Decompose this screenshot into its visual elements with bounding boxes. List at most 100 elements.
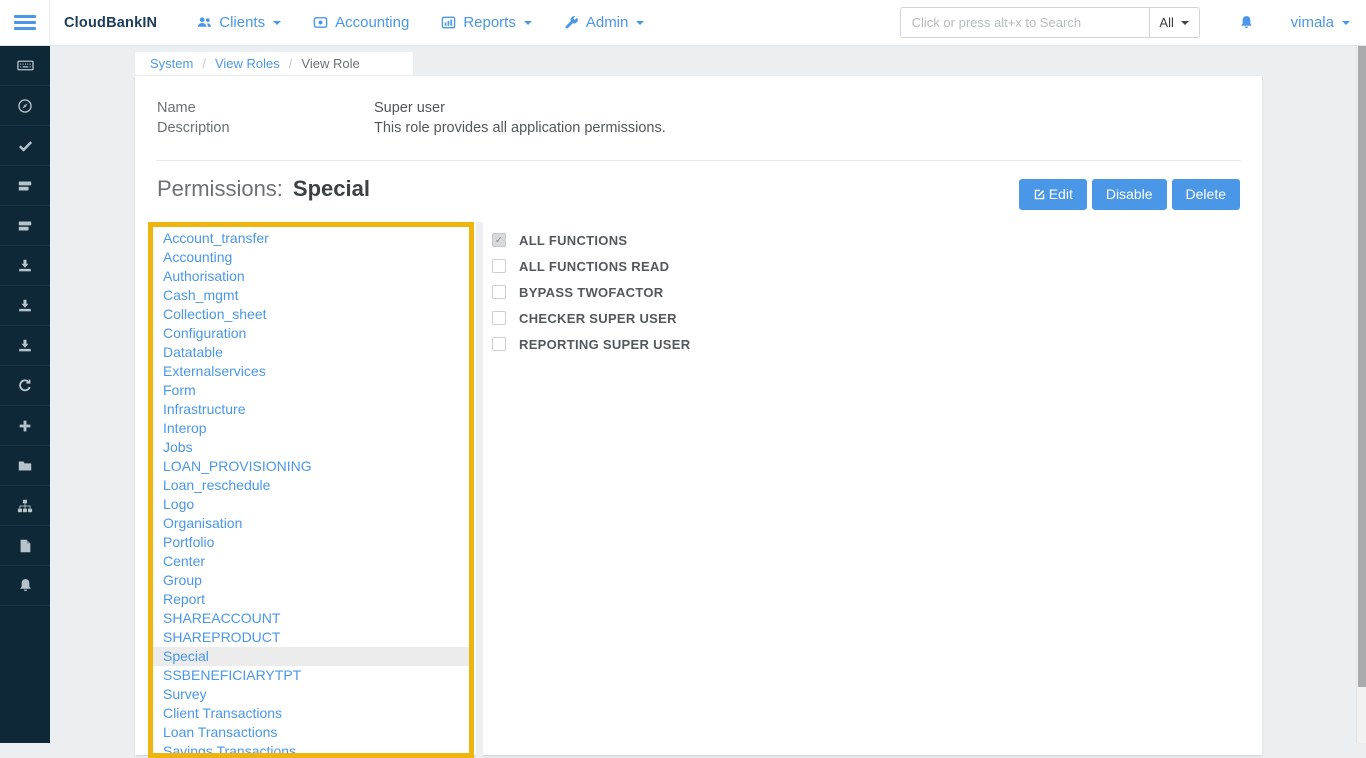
menu-admin[interactable]: Admin <box>564 14 645 31</box>
permission-category-client-transactions[interactable]: Client Transactions <box>153 704 469 723</box>
function-label: CHECKER SUPER USER <box>519 311 677 326</box>
permissions-header: Permissions: Special Edit Disable Delete <box>157 176 1240 210</box>
user-menu[interactable]: vimala <box>1291 14 1350 31</box>
search-filter-dropdown[interactable]: All <box>1150 7 1200 38</box>
permission-category-jobs[interactable]: Jobs <box>153 438 469 457</box>
list-icon <box>17 218 33 234</box>
folder-icon <box>17 458 33 474</box>
permission-category-form[interactable]: Form <box>153 381 469 400</box>
divider <box>156 160 1241 161</box>
file-icon <box>17 538 33 554</box>
permission-category-loan-transactions[interactable]: Loan Transactions <box>153 723 469 742</box>
function-row: REPORTING SUPER USER <box>492 331 690 357</box>
permissions-title: Permissions: Special <box>157 176 370 202</box>
function-label: ALL FUNCTIONS READ <box>519 259 669 274</box>
sidebar-toggle-button[interactable] <box>0 0 50 45</box>
download-icon <box>17 338 33 354</box>
sidebar-item-7[interactable] <box>0 326 50 366</box>
sidebar-item-13[interactable] <box>0 566 50 606</box>
permission-category-group[interactable]: Group <box>153 571 469 590</box>
sidebar-item-8[interactable] <box>0 366 50 406</box>
menu-reports[interactable]: Reports <box>441 14 532 31</box>
permission-category-shareproduct[interactable]: SHAREPRODUCT <box>153 628 469 647</box>
role-name-label: Name <box>157 99 374 119</box>
top-navbar: CloudBankIN Clients Accounting Reports A… <box>0 0 1366 46</box>
permission-category-configuration[interactable]: Configuration <box>153 324 469 343</box>
checkbox-checker-super-user[interactable] <box>492 311 506 325</box>
sidebar-item-4[interactable] <box>0 206 50 246</box>
sidebar-item-3[interactable] <box>0 166 50 206</box>
edit-button[interactable]: Edit <box>1019 179 1087 210</box>
permission-category-center[interactable]: Center <box>153 552 469 571</box>
main-content: System / View Roles / View Role Name Sup… <box>50 46 1356 743</box>
permission-category-loan-provisioning[interactable]: LOAN_PROVISIONING <box>153 457 469 476</box>
sidebar-item-1[interactable] <box>0 86 50 126</box>
function-label: BYPASS TWOFACTOR <box>519 285 663 300</box>
role-name-value: Super user <box>374 99 445 119</box>
checkbox-all-functions[interactable]: ✓ <box>492 233 506 247</box>
permission-list-scrollbar[interactable] <box>476 222 483 758</box>
checkbox-all-functions-read[interactable] <box>492 259 506 273</box>
sidebar-item-2[interactable] <box>0 126 50 166</box>
sidebar-item-0[interactable] <box>0 46 50 86</box>
permission-category-loan-reschedule[interactable]: Loan_reschedule <box>153 476 469 495</box>
bell-icon <box>17 577 34 594</box>
menu-clients[interactable]: Clients <box>197 14 281 31</box>
bar-chart-icon <box>441 15 456 30</box>
permission-category-infrastructure[interactable]: Infrastructure <box>153 400 469 419</box>
permission-category-externalservices[interactable]: Externalservices <box>153 362 469 381</box>
notifications-bell-icon[interactable] <box>1238 14 1255 31</box>
breadcrumb-view-roles[interactable]: View Roles <box>215 56 280 71</box>
sidebar-item-11[interactable] <box>0 486 50 526</box>
permission-category-datatable[interactable]: Datatable <box>153 343 469 362</box>
page-scrollbar[interactable] <box>1356 46 1366 743</box>
selected-category-label: Special <box>293 176 370 202</box>
permission-category-survey[interactable]: Survey <box>153 685 469 704</box>
sitemap-icon <box>17 498 33 514</box>
users-icon <box>197 15 212 30</box>
checkbox-bypass-twofactor[interactable] <box>492 285 506 299</box>
chevron-down-icon <box>1181 21 1189 25</box>
permission-category-account-transfer[interactable]: Account_transfer <box>153 229 469 248</box>
disable-button[interactable]: Disable <box>1092 179 1167 210</box>
sidebar-item-12[interactable] <box>0 526 50 566</box>
permission-category-shareaccount[interactable]: SHAREACCOUNT <box>153 609 469 628</box>
permissions-body: Account_transferAccountingAuthorisationC… <box>148 222 1240 758</box>
permission-category-collection-sheet[interactable]: Collection_sheet <box>153 305 469 324</box>
list-icon <box>17 178 33 194</box>
permission-category-portfolio[interactable]: Portfolio <box>153 533 469 552</box>
checkbox-reporting-super-user[interactable] <box>492 337 506 351</box>
function-label: REPORTING SUPER USER <box>519 337 690 352</box>
sidebar-item-10[interactable] <box>0 446 50 486</box>
permission-category-report[interactable]: Report <box>153 590 469 609</box>
menu-accounting[interactable]: Accounting <box>313 14 409 31</box>
global-search: All <box>900 7 1200 38</box>
chevron-down-icon <box>524 21 532 25</box>
permission-category-authorisation[interactable]: Authorisation <box>153 267 469 286</box>
function-row: ALL FUNCTIONS READ <box>492 253 690 279</box>
navbar-right: All vimala <box>900 7 1350 38</box>
permission-category-savings-transactions[interactable]: Savings Transactions <box>153 742 469 758</box>
search-input[interactable] <box>900 7 1150 38</box>
function-row: ✓ALL FUNCTIONS <box>492 227 690 253</box>
permission-category-cash-mgmt[interactable]: Cash_mgmt <box>153 286 469 305</box>
coin-icon <box>313 15 328 30</box>
page-scrollbar-thumb[interactable] <box>1358 46 1366 687</box>
download-icon <box>17 298 33 314</box>
sidebar-item-6[interactable] <box>0 286 50 326</box>
permission-category-logo[interactable]: Logo <box>153 495 469 514</box>
sidebar-item-9[interactable] <box>0 406 50 446</box>
app-logo[interactable]: CloudBankIN <box>64 15 157 31</box>
delete-button[interactable]: Delete <box>1172 179 1240 210</box>
permission-category-interop[interactable]: Interop <box>153 419 469 438</box>
refresh-icon <box>17 378 33 394</box>
wrench-icon <box>564 15 579 30</box>
permission-category-special[interactable]: Special <box>153 647 469 666</box>
permission-category-list: Account_transferAccountingAuthorisationC… <box>148 222 474 758</box>
permission-category-ssbeneficiarytpt[interactable]: SSBENEFICIARYTPT <box>153 666 469 685</box>
sidebar-item-5[interactable] <box>0 246 50 286</box>
permission-category-accounting[interactable]: Accounting <box>153 248 469 267</box>
permission-category-organisation[interactable]: Organisation <box>153 514 469 533</box>
permission-functions: ✓ALL FUNCTIONS ALL FUNCTIONS READ BYPASS T… <box>492 222 690 357</box>
breadcrumb-system[interactable]: System <box>150 56 193 71</box>
